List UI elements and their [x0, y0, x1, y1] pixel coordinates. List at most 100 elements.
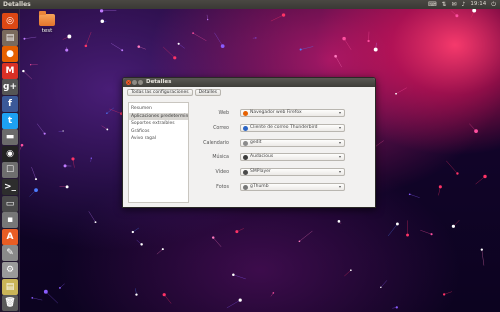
facebook-icon[interactable]: f — [2, 96, 18, 112]
gthumb-icon — [243, 184, 248, 190]
details-sidebar: Resumen Aplicaciones predetermin... Soport… — [128, 102, 189, 203]
details-window: × Detalles Todas las configuraciones Det… — [122, 77, 376, 208]
default-app-value: gThumb — [250, 183, 269, 189]
minimize-icon[interactable] — [132, 80, 137, 85]
default-app-combo[interactable]: SMPlayer ▾ — [240, 168, 345, 177]
chevron-down-icon: ▾ — [338, 139, 341, 145]
default-app-value: Navegador web Firefox — [250, 110, 302, 115]
light-dot — [367, 39, 370, 43]
light-streak — [226, 299, 241, 309]
google-plus-icon[interactable]: g+ — [2, 79, 18, 96]
default-app-value: Audacious — [250, 154, 274, 160]
sidebar-item[interactable]: Resumen — [129, 105, 188, 113]
firefox-icon[interactable]: ● — [2, 46, 18, 63]
light-dot — [207, 18, 209, 21]
light-dot — [337, 220, 341, 223]
software-center-icon[interactable]: A — [2, 228, 18, 245]
light-dot — [71, 157, 75, 161]
sidebar-item[interactable]: Soportes extraíbles — [129, 120, 188, 128]
light-streak — [59, 283, 65, 289]
light-dot — [396, 222, 399, 226]
light-dot — [456, 172, 459, 175]
light-dot — [162, 293, 166, 297]
light-streak — [23, 70, 33, 80]
desktop-folder-label: test — [41, 28, 53, 34]
window-titlebar[interactable]: × Detalles — [123, 78, 375, 87]
light-dot — [395, 92, 397, 95]
light-streak — [45, 291, 59, 304]
mail-icon[interactable]: ✉ — [452, 0, 457, 9]
light-dot — [131, 230, 134, 234]
details-breadcrumb-button[interactable]: Detalles — [194, 89, 221, 96]
default-app-combo[interactable]: gedit ▾ — [240, 138, 345, 147]
default-app-label: Música — [212, 155, 229, 161]
network-icon[interactable]: ⇅ — [441, 0, 446, 9]
light-streak — [178, 43, 185, 49]
light-dot — [90, 157, 92, 159]
default-apps-form: Web Navegador web Firefox ▾ Correo Cliente d… — [193, 108, 373, 197]
light-streak — [110, 43, 123, 51]
ubuntu-dash-icon[interactable]: ◎ — [2, 13, 18, 29]
light-dot — [173, 56, 177, 60]
trash-icon[interactable]: 🗑 — [2, 295, 18, 312]
all-settings-button[interactable]: Todas las configuraciones — [127, 89, 193, 96]
close-icon[interactable]: × — [126, 80, 131, 85]
files-icon[interactable]: ▤ — [2, 29, 18, 46]
active-app-title: Detalles — [3, 1, 31, 8]
light-dot — [480, 248, 483, 251]
light-dot — [281, 13, 286, 17]
light-dot — [438, 185, 442, 189]
sidebar-item[interactable]: Aplicaciones predetermin... — [129, 112, 188, 120]
light-streak — [374, 140, 384, 148]
default-app-combo[interactable]: Cliente de correo Thunderbird ▾ — [240, 123, 345, 132]
light-streak — [156, 248, 163, 255]
music-icon[interactable]: ◉ — [2, 145, 18, 162]
monitor-icon[interactable]: ▭ — [2, 195, 18, 212]
sidebar-item[interactable]: Gráficos — [129, 128, 188, 136]
light-streak — [192, 32, 207, 41]
maximize-icon[interactable] — [138, 80, 143, 85]
light-dot — [65, 185, 69, 189]
light-dot — [106, 112, 108, 114]
light-streak — [395, 87, 407, 94]
sidebar-item[interactable]: Avivo ragal — [129, 135, 188, 143]
light-dot — [121, 49, 124, 52]
light-dot — [137, 45, 141, 48]
light-streak — [32, 297, 43, 301]
light-dot — [34, 188, 38, 192]
light-dot — [161, 248, 164, 251]
power-icon[interactable]: ⏻ — [491, 0, 496, 9]
light-dot — [31, 296, 34, 299]
light-dot — [232, 273, 235, 276]
twitter-icon[interactable]: t — [2, 112, 18, 129]
default-app-combo[interactable]: Navegador web Firefox ▾ — [240, 109, 345, 117]
chat-icon[interactable]: ☐ — [2, 162, 18, 179]
disk-icon[interactable]: ▪ — [2, 212, 18, 229]
light-dot — [65, 48, 69, 52]
keyboard-icon[interactable]: ⌨ — [428, 0, 437, 9]
gmail-icon[interactable]: M — [2, 62, 18, 79]
thunderbird-icon — [243, 125, 248, 131]
default-app-combo[interactable]: gThumb ▾ — [240, 182, 345, 191]
settings-icon[interactable]: ⚙ — [2, 262, 18, 278]
terminal-icon[interactable]: >_ — [2, 179, 18, 195]
clock[interactable]: 19:14 — [470, 0, 486, 9]
default-app-label: Calendario — [203, 140, 229, 146]
light-dot — [211, 236, 215, 239]
light-dot — [299, 48, 302, 51]
drive-icon[interactable]: ▬ — [2, 129, 18, 146]
light-streak — [446, 160, 458, 174]
light-dot — [298, 240, 301, 243]
editor-icon[interactable]: ✎ — [2, 245, 18, 262]
light-dot — [20, 143, 24, 147]
desktop-folder[interactable]: test — [36, 11, 58, 34]
volume-icon[interactable]: ♪ — [462, 0, 466, 9]
gedit-icon — [243, 140, 248, 146]
default-app-combo[interactable]: Audacious ▾ — [240, 153, 345, 162]
light-streak — [109, 108, 122, 114]
light-dot — [342, 36, 346, 41]
chevron-down-icon: ▾ — [338, 154, 341, 160]
light-streak — [409, 194, 420, 198]
default-app-row: Vídeo SMPlayer ▾ — [193, 167, 373, 182]
notes-icon[interactable]: ▤ — [2, 278, 18, 295]
